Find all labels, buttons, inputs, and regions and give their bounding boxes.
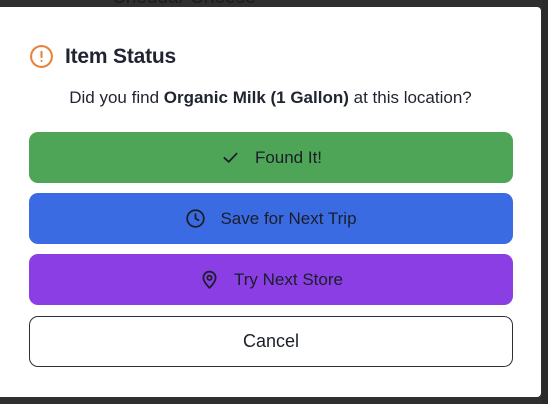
save-for-next-trip-label: Save for Next Trip [220,208,357,228]
try-next-store-label: Try Next Store [234,269,343,289]
dialog-title: Item Status [65,44,176,68]
clock-icon [186,209,206,228]
save-for-next-trip-button[interactable]: Save for Next Trip [29,193,513,244]
item-name: Organic Milk (1 Gallon) [163,88,349,107]
scrollbar[interactable] [542,0,548,404]
question-suffix: at this location? [348,88,472,107]
dialog-header: Item Status [29,44,176,69]
dialog-question: Did you find Organic Milk (1 Gallon) at … [0,88,541,108]
found-it-label: Found It! [254,147,323,167]
cancel-button[interactable]: Cancel [29,316,513,367]
try-next-store-button[interactable]: Try Next Store [29,254,513,305]
question-prefix: Did you find [69,88,164,107]
cancel-label: Cancel [242,331,300,351]
alert-circle-icon [30,45,53,68]
item-status-dialog: Item Status Did you find Organic Milk (1… [0,7,541,397]
map-pin-icon [202,270,217,289]
check-icon [223,152,238,163]
found-it-button[interactable]: Found It! [29,132,513,183]
